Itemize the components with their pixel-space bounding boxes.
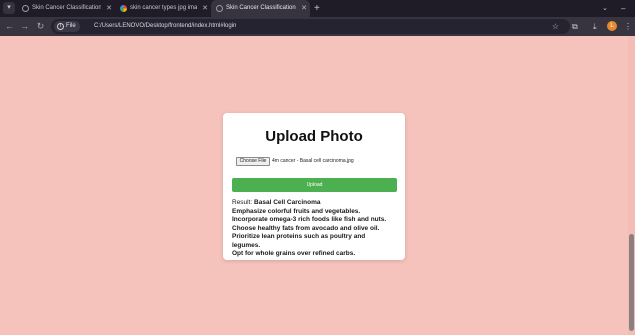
- upload-button[interactable]: Upload: [232, 178, 397, 192]
- google-icon: [120, 5, 127, 12]
- bookmark-star-icon[interactable]: ☆: [552, 19, 559, 34]
- globe-icon: [216, 5, 223, 12]
- extensions-icon[interactable]: ⧉: [572, 17, 578, 36]
- scrollbar-thumb[interactable]: [629, 234, 634, 331]
- selected-file-name: 4m cancer - Basal cell carcinoma.jpg: [272, 158, 354, 164]
- recommendation-item: Choose healthy fats from avocado and oli…: [232, 224, 380, 232]
- new-tab-icon[interactable]: +: [314, 0, 320, 17]
- recommendation-item: Opt for whole grains over refined carbs.: [232, 250, 356, 257]
- close-icon[interactable]: ✕: [301, 0, 307, 17]
- tab-1[interactable]: Skin Cancer Classification ✕: [17, 0, 115, 17]
- reload-icon[interactable]: ↻: [34, 20, 47, 33]
- tab-search-menu-icon[interactable]: ▾: [3, 2, 15, 14]
- recommendation-item: legumes.: [232, 241, 261, 249]
- tab-title: Skin Cancer Classification: [226, 5, 296, 11]
- tab-strip: ▾ Skin Cancer Classification ✕ skin canc…: [0, 0, 635, 17]
- menu-kebab-icon[interactable]: ⋮: [624, 17, 632, 36]
- result-label: Result:: [232, 199, 253, 206]
- result-line: Result: Basal Cell Carcinoma: [232, 199, 400, 208]
- recommendation-item: Prioritize lean proteins such as poultry…: [232, 233, 366, 240]
- address-bar[interactable]: i File C:/Users/LENOVO/Desktop/frontend/…: [51, 19, 570, 34]
- tab-search-icon[interactable]: ⌄: [602, 0, 608, 17]
- tab-title: Skin Cancer Classification: [32, 5, 101, 11]
- result-diagnosis: Basal Cell Carcinoma: [254, 199, 321, 206]
- recommendation-item: Incorporate omega-3 rich foods like fish…: [232, 216, 387, 223]
- profile-avatar[interactable]: L: [607, 21, 617, 31]
- tab-3-active[interactable]: Skin Cancer Classification ✕: [211, 0, 310, 17]
- recommendation-item: Emphasize colorful fruits and vegetables…: [232, 207, 361, 215]
- choose-file-button[interactable]: Choose File: [236, 157, 270, 166]
- globe-icon: [22, 5, 29, 12]
- site-info-chip[interactable]: i File: [54, 21, 80, 32]
- back-icon[interactable]: ←: [3, 20, 16, 33]
- minimize-icon[interactable]: –: [621, 0, 625, 17]
- close-icon[interactable]: ✕: [106, 0, 112, 17]
- forward-icon[interactable]: →: [18, 20, 31, 33]
- scheme-label: File: [66, 23, 76, 29]
- browser-toolbar: ← → ↻ i File C:/Users/LENOVO/Desktop/fro…: [0, 17, 635, 36]
- page-title: Upload Photo: [265, 128, 363, 145]
- download-icon[interactable]: ⤓: [593, 17, 597, 36]
- tab-2[interactable]: skin cancer types jpg images ✕: [115, 0, 211, 17]
- info-icon: i: [57, 23, 64, 30]
- url-text[interactable]: C:/Users/LENOVO/Desktop/frontend/index.h…: [94, 19, 236, 34]
- result-section: Result: Basal Cell Carcinoma Emphasize c…: [232, 199, 400, 259]
- page-scrollbar[interactable]: [628, 36, 635, 335]
- tab-title: skin cancer types jpg images: [130, 5, 197, 11]
- close-icon[interactable]: ✕: [202, 0, 208, 17]
